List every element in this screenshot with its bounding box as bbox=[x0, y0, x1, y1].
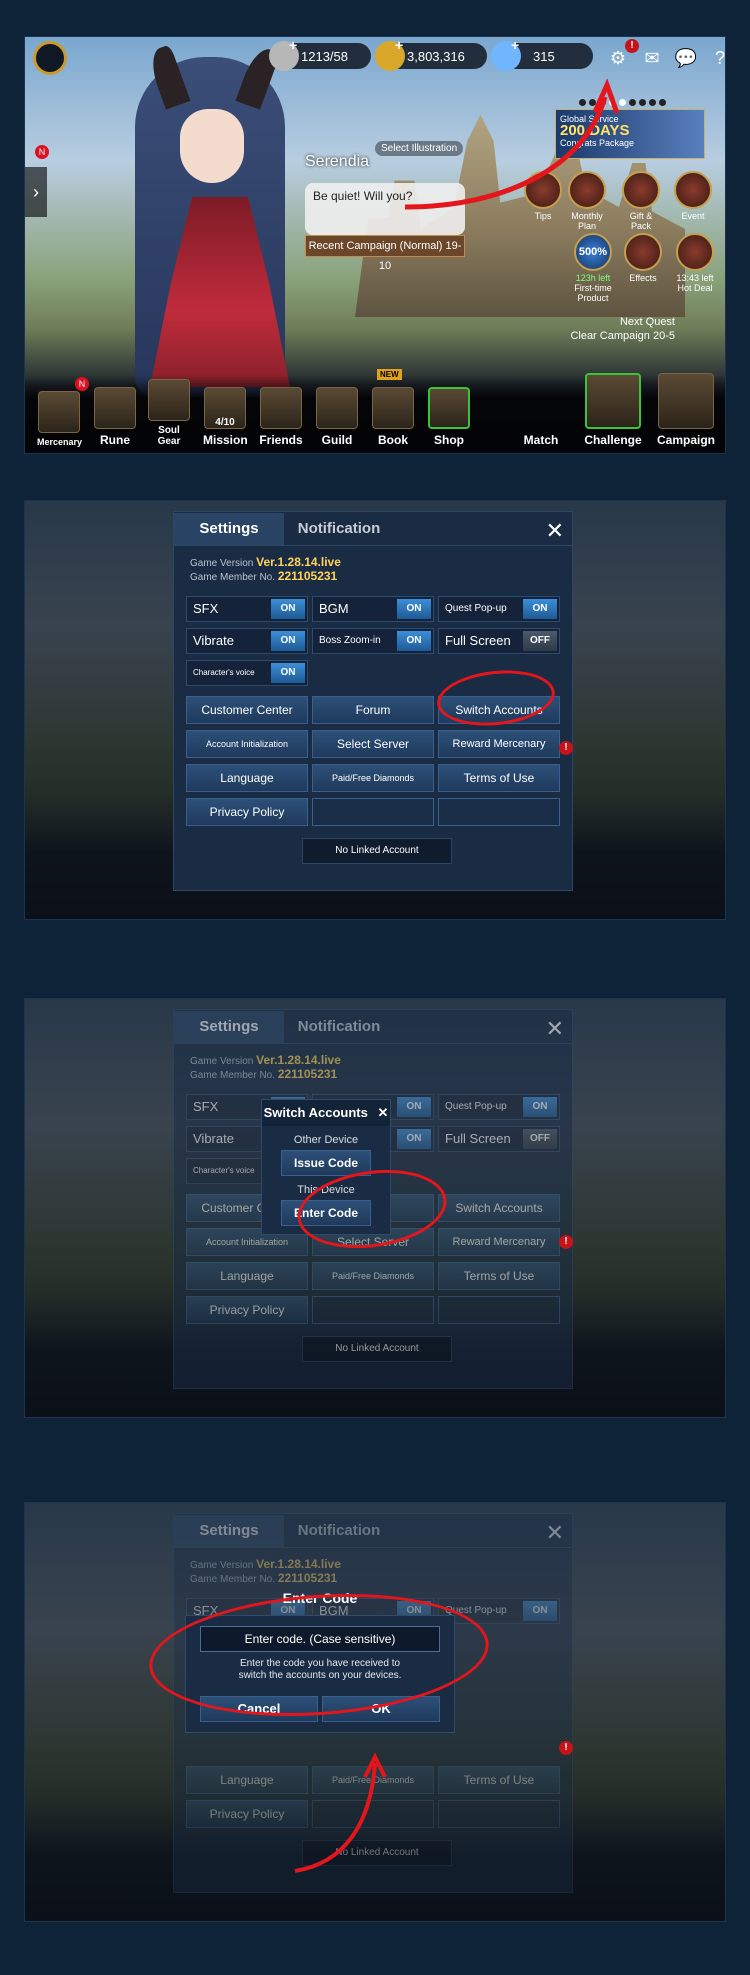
profile-avatar[interactable] bbox=[33, 41, 67, 75]
dialog-title: Switch Accounts ✕ bbox=[262, 1100, 390, 1126]
crossed-swords-icon bbox=[513, 373, 569, 429]
other-device-label: Other Device bbox=[293, 1134, 359, 1146]
switch-accounts-screen: Settings Notification ✕ Game Version Ver… bbox=[24, 998, 726, 1418]
tab-settings[interactable]: Settings bbox=[174, 513, 284, 545]
plus-icon: + bbox=[289, 37, 298, 53]
annotation-arrow bbox=[404, 78, 620, 210]
hot-deal-button[interactable]: 13:43 left Hot Deal bbox=[673, 233, 717, 293]
alert-badge: ! bbox=[559, 1741, 573, 1755]
terms-button[interactable]: Terms of Use bbox=[438, 764, 560, 792]
mercenary-icon bbox=[38, 391, 80, 433]
mission-icon: 4/10 bbox=[204, 387, 246, 429]
rune-icon bbox=[94, 387, 136, 429]
forum-button[interactable]: Forum bbox=[312, 696, 434, 724]
tab-notification[interactable]: Notification bbox=[284, 513, 394, 545]
enter-code-screen: Settings Notification ✕ Game Version Ver… bbox=[24, 1502, 726, 1922]
nav-soul-gear[interactable]: Soul Gear bbox=[147, 379, 191, 447]
nav-book[interactable]: Book bbox=[371, 387, 415, 447]
recent-campaign-button[interactable]: Recent Campaign (Normal) 19-10 bbox=[305, 235, 465, 272]
nav-guild[interactable]: Guild bbox=[315, 387, 359, 447]
gift-icon bbox=[622, 171, 660, 209]
stamina-counter[interactable]: + 1213/58 bbox=[269, 37, 371, 71]
book-icon bbox=[372, 387, 414, 429]
close-icon: ✕ bbox=[545, 1520, 564, 1545]
settings-screen: Settings Notification ✕ Game Version Ver… bbox=[24, 500, 726, 920]
nav-match[interactable]: Match bbox=[511, 373, 571, 447]
next-quest[interactable]: Next Quest Clear Campaign 20-5 bbox=[545, 315, 675, 343]
nav-mercenary[interactable]: Mercenary bbox=[37, 391, 82, 447]
close-icon[interactable]: ✕ bbox=[546, 518, 564, 544]
first-time-product-icon: 500% bbox=[574, 233, 612, 271]
plus-icon: + bbox=[395, 37, 404, 53]
nav-rune[interactable]: Rune bbox=[93, 387, 137, 447]
guild-icon bbox=[316, 387, 358, 429]
soul-gear-icon bbox=[148, 379, 190, 421]
first-time-product-button[interactable]: 500% 123h left First-time Product bbox=[571, 233, 615, 303]
no-linked-account: No Linked Account bbox=[302, 838, 452, 864]
boss-zoom-toggle[interactable]: Boss Zoom-in ON bbox=[312, 628, 434, 654]
nav-campaign[interactable]: Campaign bbox=[651, 373, 721, 447]
nav-mission[interactable]: 4/10 Mission bbox=[203, 387, 248, 447]
npc-name: Serendia bbox=[305, 153, 370, 170]
event-icon bbox=[674, 171, 712, 209]
new-badge: N bbox=[75, 377, 89, 391]
alert-badge: ! bbox=[559, 1235, 573, 1249]
event-button[interactable]: Event bbox=[671, 171, 715, 221]
side-menu-arrow[interactable]: › bbox=[25, 167, 47, 217]
vibrate-toggle[interactable]: Vibrate ON bbox=[186, 628, 308, 654]
lobby-screen: + 1213/58 + 3,803,316 + 315 ⚙ ! ✉ 💬 ? › … bbox=[24, 36, 726, 454]
close-icon: ✕ bbox=[545, 1016, 564, 1041]
quest-popup-toggle[interactable]: Quest Pop-up ON bbox=[438, 596, 560, 622]
full-screen-toggle[interactable]: Full Screen OFF bbox=[438, 628, 560, 654]
alert-badge: ! bbox=[559, 741, 573, 755]
version-info: Game Version Ver.1.28.14.live Game Membe… bbox=[190, 555, 341, 583]
settings-grid: SFX ON BGM ON Quest Pop-up ON Vibrate ON Bos… bbox=[186, 596, 560, 896]
nav-shop[interactable]: Shop bbox=[427, 387, 471, 447]
new-badge: N bbox=[35, 145, 49, 159]
customer-center-button[interactable]: Customer Center bbox=[186, 696, 308, 724]
shop-icon bbox=[428, 387, 470, 429]
nav-challenge[interactable]: Challenge bbox=[581, 373, 645, 447]
bgm-toggle[interactable]: BGM ON bbox=[312, 596, 434, 622]
effects-icon bbox=[624, 233, 662, 271]
select-server-button[interactable]: Select Server bbox=[312, 730, 434, 758]
effects-button[interactable]: Effects bbox=[621, 233, 665, 283]
language-button[interactable]: Language bbox=[186, 764, 308, 792]
hot-deal-icon bbox=[676, 233, 714, 271]
privacy-button[interactable]: Privacy Policy bbox=[186, 798, 308, 826]
character-voice-toggle[interactable]: Character's voice ON bbox=[186, 660, 308, 686]
empty-slot bbox=[312, 798, 434, 826]
map-icon bbox=[658, 373, 714, 429]
new-label: NEW bbox=[377, 369, 402, 380]
portal-icon bbox=[585, 373, 641, 429]
gift-pack-button[interactable]: Gift & Pack bbox=[619, 171, 663, 231]
account-init-button[interactable]: Account Initialization bbox=[186, 730, 308, 758]
chat-icon[interactable]: 💬 bbox=[671, 43, 701, 73]
paid-free-diamonds-button[interactable]: Paid/Free Diamonds bbox=[312, 764, 434, 792]
close-icon[interactable]: ✕ bbox=[377, 1105, 388, 1120]
help-icon[interactable]: ? bbox=[705, 43, 725, 73]
nav-friends[interactable]: Friends bbox=[259, 387, 303, 447]
sfx-toggle[interactable]: SFX ON bbox=[186, 596, 308, 622]
handshake-icon bbox=[260, 387, 302, 429]
empty-slot bbox=[438, 798, 560, 826]
mail-icon[interactable]: ✉ bbox=[637, 43, 667, 73]
reward-mercenary-button[interactable]: Reward Mercenary bbox=[438, 730, 560, 758]
plus-icon: + bbox=[511, 37, 520, 53]
annotation-arrow bbox=[294, 1752, 387, 1873]
